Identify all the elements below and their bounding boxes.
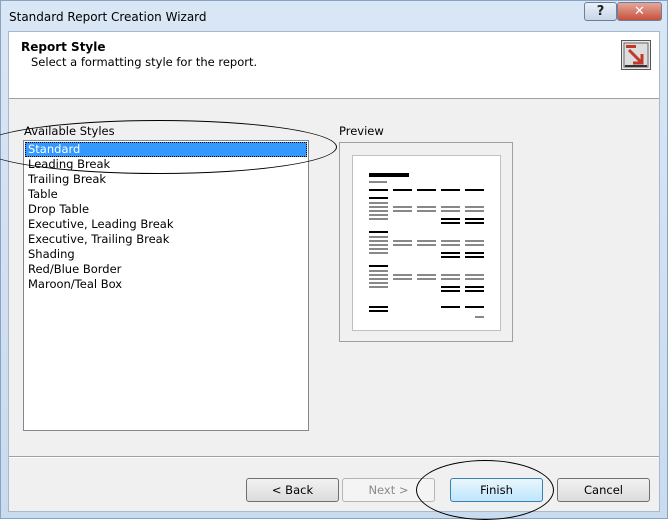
next-button[interactable]: Next > xyxy=(342,478,435,502)
preview-header-line xyxy=(465,189,484,191)
style-option[interactable]: Executive, Trailing Break xyxy=(25,232,307,247)
style-option[interactable]: Drop Table xyxy=(25,202,307,217)
preview-page-number xyxy=(475,316,484,318)
preview-line xyxy=(441,222,460,224)
page-subtitle: Select a formatting style for the report… xyxy=(31,55,258,69)
preview-line xyxy=(441,278,460,280)
style-option[interactable]: Maroon/Teal Box xyxy=(25,277,307,292)
preview-line xyxy=(465,218,484,220)
close-button[interactable]: ✕ xyxy=(617,2,662,21)
preview-header-line xyxy=(441,189,460,191)
styles-listbox[interactable]: Standard Leading Break Trailing Break Table… xyxy=(23,140,309,431)
preview-line xyxy=(465,240,484,242)
preview-line xyxy=(441,240,460,242)
preview-line xyxy=(369,210,388,212)
preview-label: Preview xyxy=(339,124,384,138)
preview-line xyxy=(369,236,388,238)
preview-line xyxy=(369,274,388,276)
preview-line xyxy=(369,310,388,312)
report-wizard-icon xyxy=(621,40,651,70)
preview-line xyxy=(369,252,388,254)
wizard-client: Report Style Select a formatting style f… xyxy=(8,31,660,512)
preview-line xyxy=(393,274,412,276)
preview-line xyxy=(369,265,388,267)
style-option[interactable]: Red/Blue Border xyxy=(25,262,307,277)
preview-line xyxy=(369,278,388,280)
report-preview-thumbnail xyxy=(352,155,501,331)
window-title: Standard Report Creation Wizard xyxy=(9,10,207,24)
preview-line xyxy=(465,210,484,212)
preview-line xyxy=(369,244,388,246)
close-icon: ✕ xyxy=(634,4,645,19)
preview-line xyxy=(441,244,460,246)
preview-line xyxy=(417,240,436,242)
preview-line xyxy=(441,206,460,208)
preview-line xyxy=(369,206,388,208)
preview-line xyxy=(369,231,388,233)
preview-line xyxy=(393,240,412,242)
preview-line xyxy=(441,290,460,292)
preview-line xyxy=(369,270,388,272)
help-button[interactable]: ? xyxy=(584,2,617,21)
preview-header-line xyxy=(393,189,412,191)
preview-line xyxy=(369,240,388,242)
footer-divider xyxy=(9,456,659,458)
preview-header-line xyxy=(369,189,388,191)
preview-line xyxy=(465,278,484,280)
preview-line xyxy=(465,252,484,254)
preview-line xyxy=(465,206,484,208)
preview-line xyxy=(369,214,388,216)
preview-line xyxy=(465,306,484,308)
preview-line xyxy=(369,197,388,199)
preview-line xyxy=(441,218,460,220)
preview-line xyxy=(393,206,412,208)
style-option[interactable]: Executive, Leading Break xyxy=(25,217,307,232)
preview-line xyxy=(441,286,460,288)
style-option[interactable]: Standard xyxy=(25,142,307,157)
style-option[interactable]: Table xyxy=(25,187,307,202)
preview-line xyxy=(441,252,460,254)
style-option[interactable]: Leading Break xyxy=(25,157,307,172)
preview-line xyxy=(465,286,484,288)
preview-line xyxy=(441,306,460,308)
finish-button[interactable]: Finish xyxy=(450,478,543,502)
style-option[interactable]: Shading xyxy=(25,247,307,262)
preview-title-line xyxy=(369,173,409,177)
page-title: Report Style xyxy=(21,40,106,54)
preview-line xyxy=(369,306,388,308)
preview-line xyxy=(369,286,388,288)
preview-line xyxy=(465,274,484,276)
preview-subtitle-line xyxy=(369,181,387,183)
preview-line xyxy=(465,244,484,246)
preview-line xyxy=(465,290,484,292)
preview-line xyxy=(369,218,388,220)
title-bar: Standard Report Creation Wizard ? ✕ xyxy=(1,1,667,31)
back-button[interactable]: < Back xyxy=(246,478,339,502)
style-option[interactable]: Trailing Break xyxy=(25,172,307,187)
preview-line xyxy=(441,210,460,212)
available-styles-label: Available Styles xyxy=(24,124,115,138)
preview-line xyxy=(369,282,388,284)
preview-line xyxy=(441,256,460,258)
help-icon: ? xyxy=(596,4,605,19)
preview-header-line xyxy=(417,189,436,191)
preview-panel xyxy=(339,142,513,342)
preview-line xyxy=(393,210,412,212)
preview-line xyxy=(417,278,436,280)
cancel-button[interactable]: Cancel xyxy=(557,478,650,502)
preview-line xyxy=(393,278,412,280)
wizard-header: Report Style Select a formatting style f… xyxy=(9,32,659,99)
preview-line xyxy=(369,202,388,204)
preview-line xyxy=(369,248,388,250)
preview-line xyxy=(417,244,436,246)
preview-line xyxy=(441,274,460,276)
wizard-window: Standard Report Creation Wizard ? ✕ Repo… xyxy=(0,0,668,519)
preview-line xyxy=(417,206,436,208)
preview-line xyxy=(465,222,484,224)
preview-line xyxy=(393,244,412,246)
preview-line xyxy=(417,210,436,212)
preview-line xyxy=(417,274,436,276)
preview-line xyxy=(465,256,484,258)
